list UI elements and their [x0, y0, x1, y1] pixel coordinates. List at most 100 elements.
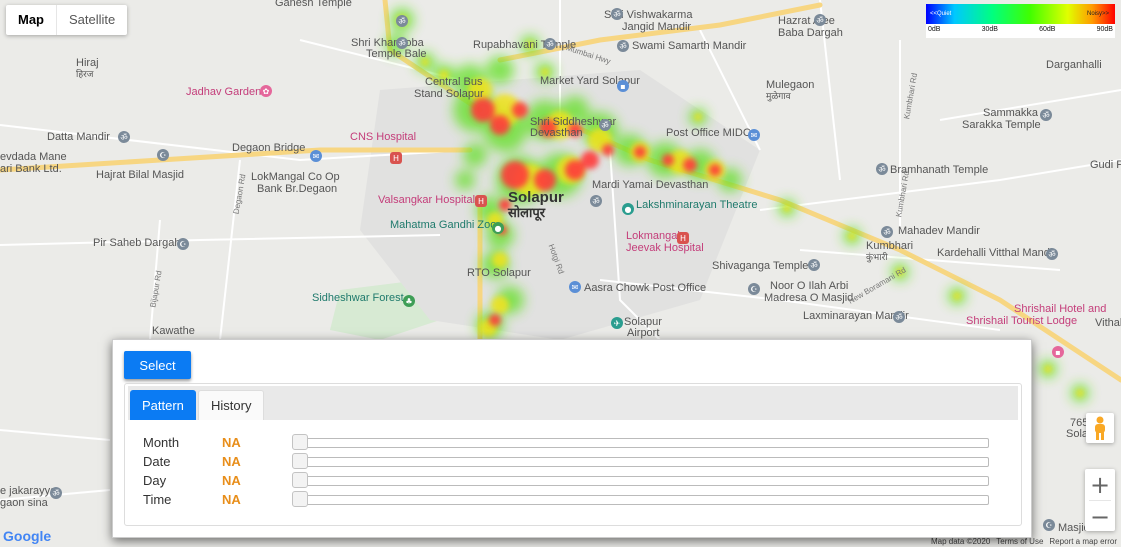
- mosque-icon[interactable]: ☪: [1043, 519, 1055, 531]
- label-devasthan: Devasthan: [530, 127, 583, 139]
- label-lokmangal-coop: LokMangal Co Op: [251, 171, 340, 183]
- label-rupabhavani: Rupabhavani Temple: [473, 39, 577, 51]
- shop-icon[interactable]: ▪: [617, 80, 629, 92]
- label-lakshminarayan: Lakshminarayan Theatre: [636, 199, 758, 211]
- label-lokmangal: Lokmangal: [626, 230, 680, 242]
- zoom-out-button[interactable]: −: [1085, 501, 1115, 532]
- zoom-in-button[interactable]: +: [1085, 469, 1115, 500]
- temple-icon[interactable]: ॐ: [814, 14, 826, 26]
- tab-history[interactable]: History: [198, 390, 265, 420]
- slider-handle[interactable]: [292, 453, 308, 469]
- hotel-icon[interactable]: ▪: [1052, 346, 1064, 358]
- label-stand-solapur: Stand Solapur: [414, 88, 484, 100]
- temple-icon[interactable]: ॐ: [590, 195, 602, 207]
- label-vithal: Vithal: [1095, 317, 1121, 329]
- mosque-icon[interactable]: ☪: [748, 283, 760, 295]
- label-jadhav-garden: Jadhav Garden: [186, 86, 262, 98]
- theatre-icon[interactable]: ●: [622, 203, 634, 215]
- row-value: NA: [222, 492, 241, 507]
- zoom-control: + −: [1085, 469, 1115, 531]
- label-hajrat-bilal: Hajrat Bilal Masjid: [96, 169, 185, 181]
- legend-ticks: 0dB 30dB 60dB 90dB: [926, 24, 1115, 33]
- label-jangid-mandir: Jangid Mandir: [622, 21, 692, 33]
- tab-pattern[interactable]: Pattern: [130, 390, 196, 420]
- temple-icon[interactable]: ॐ: [881, 226, 893, 238]
- label-swami-samarth: Swami Samarth Mandir: [632, 40, 747, 52]
- legend-tick: 0dB: [928, 26, 941, 33]
- temple-icon[interactable]: ॐ: [611, 8, 623, 20]
- label-cns-hospital: CNS Hospital: [350, 131, 417, 143]
- google-logo[interactable]: Google: [3, 528, 51, 544]
- legend-tick: 60dB: [1039, 26, 1056, 33]
- row-label: Month: [143, 435, 180, 450]
- label-gudi: Gudi P: [1090, 159, 1121, 171]
- pegman-icon: [1095, 416, 1105, 440]
- post-office-icon[interactable]: ✉: [310, 150, 322, 162]
- label-central-bus: Central Bus: [425, 76, 483, 88]
- temple-icon[interactable]: ॐ: [50, 487, 62, 499]
- label-ari-bank: ari Bank Ltd.: [0, 163, 62, 175]
- label-airport: Airport: [627, 327, 660, 339]
- legend-gradient: <<Quiet Noisy>>: [926, 4, 1115, 24]
- temple-icon[interactable]: ॐ: [118, 131, 130, 143]
- report-error-link[interactable]: Report a map error: [1049, 537, 1117, 546]
- label-aasra-chowk: Aasra Chowk Post Office: [584, 282, 707, 294]
- label-shrishail-lodge: Shrishail Tourist Lodge: [966, 315, 1078, 327]
- label-sarakka-temple: Sarakka Temple: [962, 119, 1041, 131]
- temple-icon[interactable]: ॐ: [396, 37, 408, 49]
- slider-handle[interactable]: [292, 491, 308, 507]
- forest-icon[interactable]: ♣: [403, 295, 415, 307]
- row-label: Time: [143, 492, 172, 507]
- temple-icon[interactable]: ॐ: [544, 38, 556, 50]
- label-noor-o-ilah: Noor O Ilah Arbi: [770, 280, 849, 292]
- temple-icon[interactable]: ॐ: [1040, 109, 1052, 121]
- row-value: NA: [222, 473, 241, 488]
- slider-track[interactable]: [295, 457, 989, 467]
- map-data-text: Map data ©2020: [931, 537, 991, 546]
- slider-handle[interactable]: [292, 472, 308, 488]
- street-view-pegman[interactable]: [1086, 413, 1114, 443]
- map-type-map-button[interactable]: Map: [6, 5, 57, 35]
- airport-icon[interactable]: ✈: [611, 317, 623, 329]
- temple-icon[interactable]: ॐ: [1046, 248, 1058, 260]
- post-office-icon[interactable]: ✉: [569, 281, 581, 293]
- label-rto-solapur: RTO Solapur: [467, 267, 531, 279]
- label-valsangkar: Valsangkar Hospital: [378, 194, 476, 206]
- temple-icon[interactable]: ॐ: [893, 311, 905, 323]
- map-type-satellite-button[interactable]: Satellite: [57, 5, 127, 35]
- label-kardehalli: Kardehalli Vitthal Mandir: [937, 247, 1057, 259]
- label-sidheshwar-forest: Sidheshwar Forest: [312, 292, 404, 304]
- label-jakarayya: e jakarayya: [0, 485, 57, 497]
- post-office-icon[interactable]: ✉: [748, 129, 760, 141]
- terms-link[interactable]: Terms of Use: [996, 537, 1043, 546]
- garden-icon[interactable]: ✿: [260, 85, 272, 97]
- map-attribution: Map data ©2020 Terms of Use Report a map…: [931, 537, 1117, 546]
- label-mulegaon: Mulegaon मुळेगाव: [766, 79, 815, 101]
- label-gaon-sina: gaon sina: [0, 497, 48, 509]
- label-mahadev-mandir: Mahadev Mandir: [898, 225, 980, 237]
- select-button[interactable]: Select: [124, 351, 191, 379]
- zoo-icon[interactable]: ●: [492, 222, 504, 234]
- legend-noisy: Noisy>>: [1086, 11, 1109, 17]
- row-value: NA: [222, 454, 241, 469]
- slider-row-month: Month NA: [143, 433, 1013, 452]
- hospital-icon[interactable]: H: [677, 232, 689, 244]
- temple-icon[interactable]: ॐ: [396, 15, 408, 27]
- slider-row-day: Day NA: [143, 471, 1013, 490]
- slider-track[interactable]: [295, 476, 989, 486]
- temple-icon[interactable]: ॐ: [876, 163, 888, 175]
- mosque-icon[interactable]: ☪: [177, 238, 189, 250]
- label-kawathe: Kawathe: [152, 325, 195, 337]
- label-baba-dargah: Baba Dargah: [778, 27, 843, 39]
- label-shrishail-hotel: Shrishail Hotel and: [1014, 303, 1107, 315]
- slider-handle[interactable]: [292, 434, 308, 450]
- temple-icon[interactable]: ॐ: [599, 119, 611, 131]
- label-ganesh-temple: Ganesh Temple: [275, 0, 352, 9]
- slider-track[interactable]: [295, 438, 989, 448]
- hospital-icon[interactable]: H: [475, 195, 487, 207]
- temple-icon[interactable]: ॐ: [617, 40, 629, 52]
- hospital-icon[interactable]: H: [390, 152, 402, 164]
- temple-icon[interactable]: ॐ: [808, 259, 820, 271]
- mosque-icon[interactable]: ☪: [157, 149, 169, 161]
- slider-track[interactable]: [295, 495, 989, 505]
